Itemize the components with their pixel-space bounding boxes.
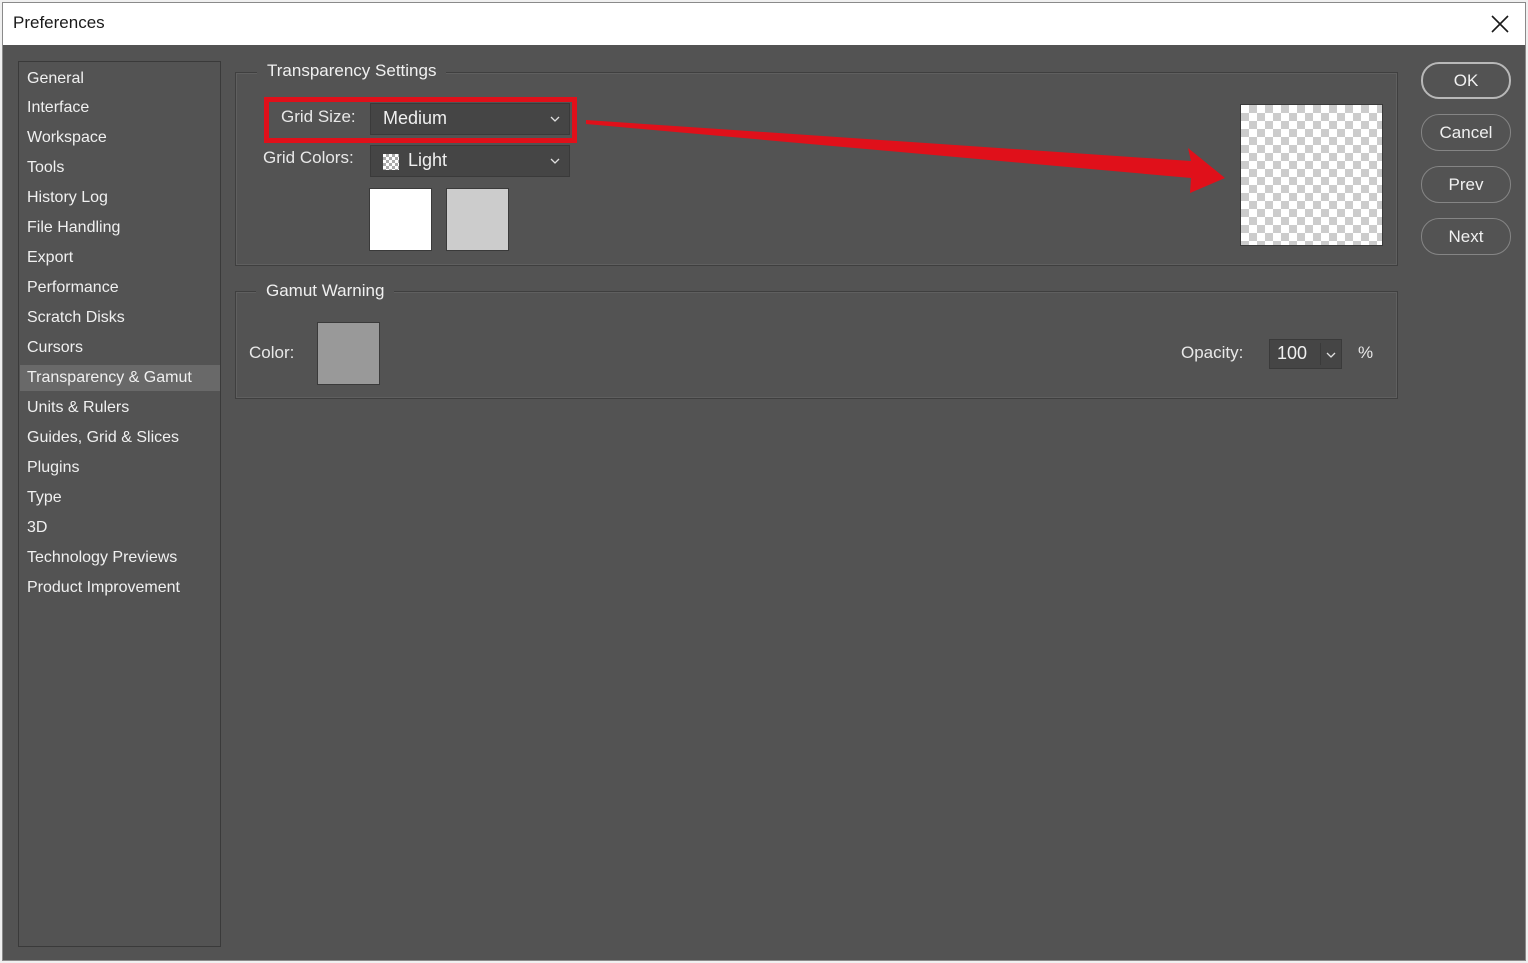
preferences-dialog: Preferences General Interface Workspace … bbox=[2, 2, 1526, 961]
opacity-value: 100 bbox=[1277, 343, 1308, 363]
sidebar-item-tools[interactable]: Tools bbox=[20, 155, 220, 181]
sidebar-item-general[interactable]: General bbox=[20, 66, 220, 92]
transparency-preview bbox=[1240, 104, 1383, 246]
cancel-button[interactable]: Cancel bbox=[1421, 114, 1511, 151]
sidebar-item-performance[interactable]: Performance bbox=[20, 275, 220, 301]
close-button[interactable] bbox=[1475, 3, 1525, 45]
grid-colors-dropdown[interactable]: Light bbox=[370, 145, 570, 177]
sidebar-item-3d[interactable]: 3D bbox=[20, 515, 220, 541]
transparency-settings-title: Transparency Settings bbox=[257, 61, 447, 81]
sidebar-item-export[interactable]: Export bbox=[20, 245, 220, 271]
sidebar-item-technology-previews[interactable]: Technology Previews bbox=[20, 545, 220, 571]
sidebar-item-guides-grid-slices[interactable]: Guides, Grid & Slices bbox=[20, 425, 220, 451]
gamut-warning-title: Gamut Warning bbox=[256, 281, 395, 301]
sidebar-item-transparency-gamut[interactable]: Transparency & Gamut bbox=[20, 365, 220, 391]
title-bar: Preferences bbox=[3, 3, 1525, 45]
sidebar-item-file-handling[interactable]: File Handling bbox=[20, 215, 220, 241]
sidebar-item-plugins[interactable]: Plugins bbox=[20, 455, 220, 481]
window-title: Preferences bbox=[13, 13, 105, 32]
sidebar-item-workspace[interactable]: Workspace bbox=[20, 125, 220, 151]
sidebar-item-cursors[interactable]: Cursors bbox=[20, 335, 220, 361]
grid-size-value: Medium bbox=[383, 108, 448, 128]
grid-color-swatch-1[interactable] bbox=[369, 188, 432, 251]
chevron-down-icon bbox=[1326, 352, 1336, 358]
grid-size-dropdown[interactable]: Medium bbox=[370, 103, 570, 135]
sidebar-item-units-rulers[interactable]: Units & Rulers bbox=[20, 395, 220, 421]
opacity-unit: % bbox=[1358, 343, 1374, 362]
checkerboard-icon bbox=[383, 154, 399, 170]
sidebar-item-scratch-disks[interactable]: Scratch Disks bbox=[20, 305, 220, 331]
gamut-color-swatch[interactable] bbox=[317, 322, 380, 385]
ok-button[interactable]: OK bbox=[1421, 62, 1511, 99]
sidebar-item-product-improvement[interactable]: Product Improvement bbox=[20, 575, 220, 601]
chevron-down-icon bbox=[550, 158, 560, 164]
sidebar-item-history-log[interactable]: History Log bbox=[20, 185, 220, 211]
opacity-divider bbox=[1320, 343, 1321, 365]
chevron-down-icon bbox=[550, 116, 560, 122]
prev-button[interactable]: Prev bbox=[1421, 166, 1511, 203]
sidebar-item-interface[interactable]: Interface bbox=[20, 95, 220, 121]
gamut-color-label: Color: bbox=[249, 343, 295, 362]
grid-color-swatch-2[interactable] bbox=[446, 188, 509, 251]
grid-colors-label: Grid Colors: bbox=[263, 148, 354, 167]
grid-colors-value: Light bbox=[408, 150, 448, 170]
sidebar-item-type[interactable]: Type bbox=[20, 485, 220, 511]
preferences-sidebar: General Interface Workspace Tools Histor… bbox=[18, 61, 221, 947]
opacity-field[interactable]: 100 bbox=[1269, 339, 1342, 369]
grid-size-label: Grid Size: bbox=[281, 107, 356, 126]
close-icon bbox=[1491, 15, 1509, 33]
next-button[interactable]: Next bbox=[1421, 218, 1511, 255]
opacity-label: Opacity: bbox=[1181, 343, 1244, 362]
